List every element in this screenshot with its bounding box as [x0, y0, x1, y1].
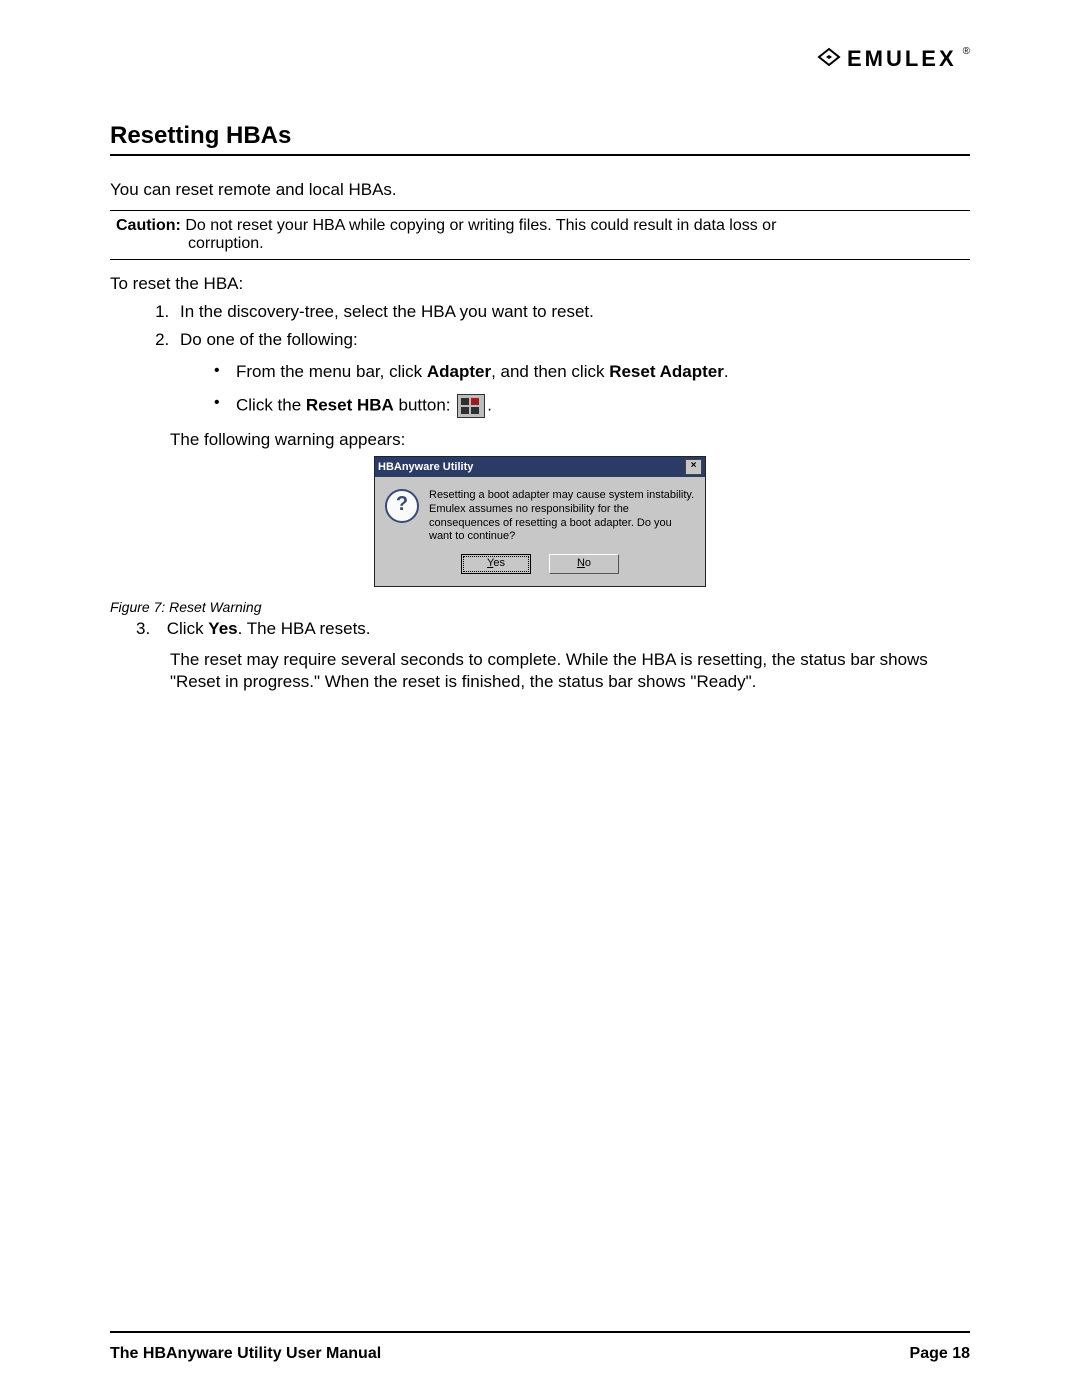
caution-line-2: corruption.: [188, 235, 964, 253]
question-icon: ?: [385, 489, 419, 523]
caution-note: Caution: Do not reset your HBA while cop…: [110, 210, 970, 260]
opt2-bold: Reset HBA: [306, 395, 394, 414]
dialog-close-button[interactable]: ×: [685, 459, 702, 475]
opt1-bold2: Reset Adapter: [609, 362, 724, 381]
intro-text: You can reset remote and local HBAs.: [110, 180, 970, 200]
step-2-followup: The following warning appears:: [170, 430, 970, 450]
no-rest: o: [585, 557, 591, 569]
document-page: EMULEX ® Resetting HBAs You can reset re…: [0, 0, 1080, 1397]
step-2-option-menu: From the menu bar, click Adapter, and th…: [210, 362, 970, 382]
caution-label: Caution:: [116, 217, 181, 234]
page-header: EMULEX ®: [110, 40, 970, 82]
dialog-yes-button[interactable]: Yes: [461, 554, 531, 574]
opt2-mid: button:: [394, 395, 455, 414]
brand-registered-mark: ®: [963, 46, 970, 57]
dialog-titlebar: HBAnyware Utility ×: [375, 457, 705, 477]
yes-rest: es: [493, 557, 505, 569]
footer-page-number: Page 18: [910, 1345, 970, 1363]
step-3-detail: The reset may require several seconds to…: [170, 649, 970, 693]
procedure-lead: To reset the HBA:: [110, 274, 970, 294]
footer-manual-title: The HBAnyware Utility User Manual: [110, 1345, 381, 1363]
figure-caption: Figure 7: Reset Warning: [110, 599, 970, 615]
step-2-option-button: Click the Reset HBA button: .: [210, 394, 970, 418]
opt1-post: .: [724, 362, 729, 381]
dialog-message: Resetting a boot adapter may cause syste…: [429, 489, 695, 544]
section-heading: Resetting HBAs: [110, 122, 970, 156]
page-footer: The HBAnyware Utility User Manual Page 1…: [110, 1345, 970, 1363]
brand-logo: EMULEX ®: [817, 46, 970, 72]
step-2: Do one of the following: From the menu b…: [174, 330, 970, 418]
dialog-body: ? Resetting a boot adapter may cause sys…: [375, 477, 705, 550]
opt1-mid: , and then click: [491, 362, 609, 381]
dialog-no-button[interactable]: No: [549, 554, 619, 574]
step-3-pre: Click: [167, 619, 209, 638]
opt2-pre: Click the: [236, 395, 306, 414]
no-accel: N: [577, 557, 585, 569]
step-2-options: From the menu bar, click Adapter, and th…: [210, 362, 970, 418]
figure-dialog: HBAnyware Utility × ? Resetting a boot a…: [374, 456, 706, 587]
reset-hba-toolbar-icon: [457, 394, 485, 418]
footer-rule: [110, 1331, 970, 1333]
dialog-button-row: Yes No: [375, 550, 705, 586]
step-3: 3. Click Yes. The HBA resets.: [136, 619, 970, 639]
opt1-bold1: Adapter: [427, 362, 491, 381]
step-1: In the discovery-tree, select the HBA yo…: [174, 302, 970, 322]
brand-logo-text: EMULEX: [847, 46, 957, 72]
caution-line-1: Caution: Do not reset your HBA while cop…: [116, 217, 964, 235]
warning-dialog: HBAnyware Utility × ? Resetting a boot a…: [374, 456, 706, 587]
step-3-number: 3.: [136, 619, 162, 639]
step-3-post: . The HBA resets.: [238, 619, 371, 638]
caution-text-1: Do not reset your HBA while copying or w…: [181, 217, 777, 234]
step-3-bold: Yes: [208, 619, 237, 638]
brand-logo-mark-icon: [817, 47, 841, 72]
step-2-text: Do one of the following:: [180, 330, 358, 349]
opt2-post: .: [487, 395, 492, 414]
dialog-title: HBAnyware Utility: [378, 461, 473, 473]
opt1-pre: From the menu bar, click: [236, 362, 427, 381]
procedure-steps: In the discovery-tree, select the HBA yo…: [110, 302, 970, 418]
